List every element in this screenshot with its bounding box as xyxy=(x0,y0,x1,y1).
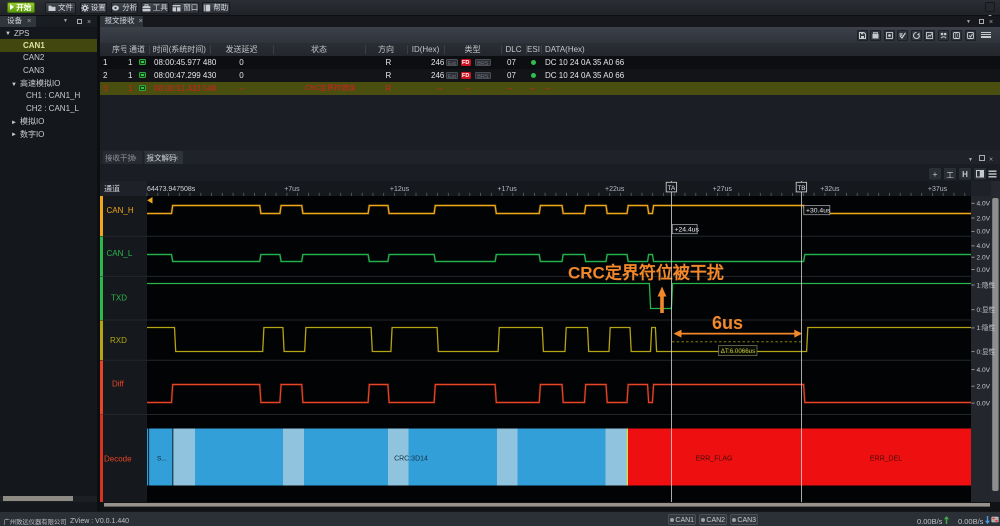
svg-text:接收干扰: 接收干扰 xyxy=(105,153,135,164)
svg-text:2.0V: 2.0V xyxy=(977,381,991,391)
svg-text:0.0V: 0.0V xyxy=(977,264,991,274)
svg-text:CAN_L: CAN_L xyxy=(107,248,133,259)
svg-text:+37us: +37us xyxy=(928,184,948,194)
svg-text:+: + xyxy=(933,168,938,180)
svg-text:+24.4us: +24.4us xyxy=(675,224,700,234)
svg-text:D: D xyxy=(955,32,959,39)
svg-text:TXD: TXD xyxy=(111,293,127,304)
svg-text:+7us: +7us xyxy=(284,184,300,194)
svg-text:×: × xyxy=(989,155,993,165)
svg-text:工: 工 xyxy=(946,170,954,181)
svg-text:Decode: Decode xyxy=(104,454,132,465)
svg-text:+30.4us: +30.4us xyxy=(806,205,831,215)
svg-text:2.0V: 2.0V xyxy=(977,212,991,222)
svg-text:1:隐性: 1:隐性 xyxy=(977,279,996,289)
svg-text:Diff: Diff xyxy=(112,379,125,390)
svg-text:+32us: +32us xyxy=(820,184,840,194)
svg-text:4.0V: 4.0V xyxy=(977,364,991,374)
svg-text:TA: TA xyxy=(668,183,676,192)
svg-text:ERR_DEL: ERR_DEL xyxy=(870,454,902,464)
svg-text:4.0V: 4.0V xyxy=(977,198,991,208)
svg-text:通道: 通道 xyxy=(104,184,120,195)
svg-text:RXD: RXD xyxy=(110,335,127,346)
svg-text:2.0V: 2.0V xyxy=(977,252,991,262)
svg-text:1:隐性: 1:隐性 xyxy=(977,322,996,332)
svg-text:+27us: +27us xyxy=(713,184,733,194)
svg-text:CRC:3D14: CRC:3D14 xyxy=(394,454,428,464)
svg-text:H: H xyxy=(962,169,968,180)
svg-text:▼: ▼ xyxy=(968,156,973,163)
svg-text:CRC定界符位被干扰: CRC定界符位被干扰 xyxy=(568,259,724,284)
svg-text:ERR_FLAG: ERR_FLAG xyxy=(696,454,733,464)
svg-text:4.0V: 4.0V xyxy=(977,240,991,250)
svg-text:0:显性: 0:显性 xyxy=(977,304,996,314)
svg-text:0.0V: 0.0V xyxy=(977,397,991,407)
svg-text:6us: 6us xyxy=(712,309,743,335)
svg-text:报文解码: 报文解码 xyxy=(147,153,177,164)
svg-text:0.0V: 0.0V xyxy=(977,226,991,236)
svg-text:S...: S... xyxy=(157,453,167,463)
svg-text:+17us: +17us xyxy=(497,184,517,194)
svg-text:×: × xyxy=(133,153,137,164)
svg-text:CAN_H: CAN_H xyxy=(107,205,134,216)
svg-text:TB: TB xyxy=(797,183,805,192)
svg-text:+12us: +12us xyxy=(390,184,410,194)
svg-text:0:显性: 0:显性 xyxy=(977,346,996,356)
svg-text:64473.947508s: 64473.947508s xyxy=(147,184,196,194)
svg-text:×: × xyxy=(174,153,178,164)
svg-text:+22us: +22us xyxy=(605,184,625,194)
svg-text:ΔT:6.0066us: ΔT:6.0066us xyxy=(721,346,755,355)
